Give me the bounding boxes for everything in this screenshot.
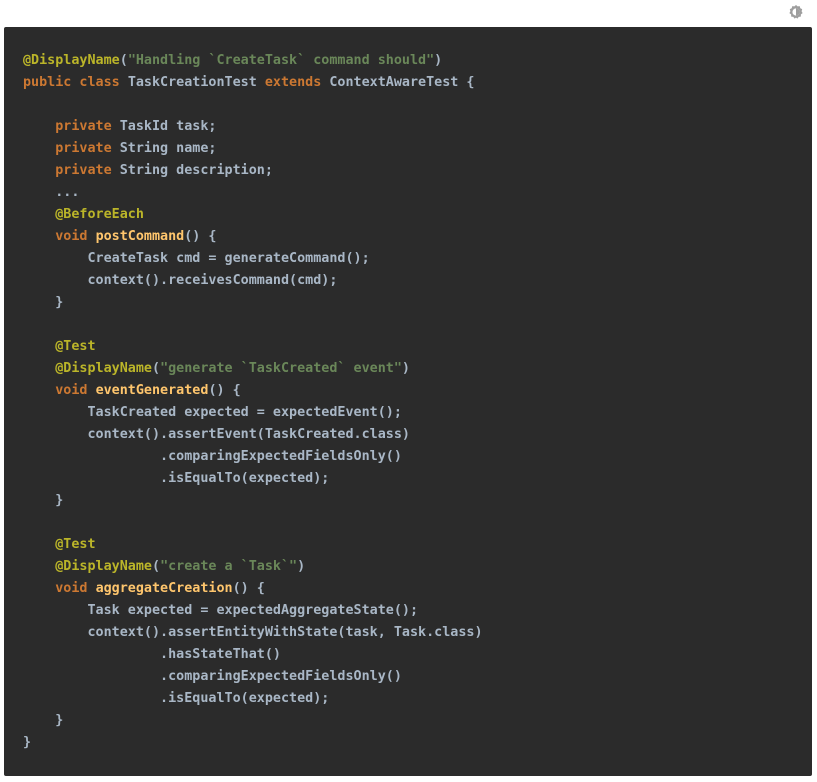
plain-token: .comparingExpectedFieldsOnly() (23, 669, 402, 684)
code-line: context().assertEntityWithState(task, Ta… (23, 625, 483, 640)
code-line: .isEqualTo(expected); (23, 471, 329, 486)
annotation-token: @Test (55, 537, 96, 552)
theme-toggle-button[interactable] (787, 3, 805, 21)
string-token: "generate `TaskCreated` event" (160, 361, 402, 376)
keyword-token: void (55, 581, 96, 596)
plain-token: .hasStateThat() (23, 647, 281, 662)
code-line: CreateTask cmd = generateCommand(); (23, 251, 370, 266)
method-name-token: aggregateCreation (95, 581, 233, 596)
keyword-token: private (55, 163, 120, 178)
code-line: void eventGenerated() { (23, 383, 241, 398)
annotation-token: @DisplayName (55, 559, 152, 574)
plain-token: () { (232, 581, 265, 596)
annotation-token: @DisplayName (55, 361, 152, 376)
plain-token: context().receivesCommand(cmd); (23, 273, 338, 288)
plain-token: ) (297, 559, 306, 574)
code-line: context().receivesCommand(cmd); (23, 273, 337, 288)
code-line: } (23, 735, 31, 750)
code-line: public class TaskCreationTest extends Co… (23, 75, 475, 90)
code-line: void postCommand() { (23, 229, 217, 244)
string-token: "create a `Task`" (160, 559, 298, 574)
code-line: .comparingExpectedFieldsOnly() (23, 669, 402, 684)
code-line: } (23, 493, 63, 508)
plain-token: ) (401, 361, 410, 376)
plain-token: TaskCreated expected = expectedEvent(); (23, 405, 402, 420)
code-line: ... (23, 185, 79, 200)
plain-token: } (23, 735, 32, 750)
theme-toggle-icon (789, 5, 803, 19)
code-text: @DisplayName("Handling `CreateTask` comm… (4, 27, 812, 754)
plain-token: String description; (119, 163, 273, 178)
method-name-token: postCommand (95, 229, 185, 244)
method-name-token: eventGenerated (95, 383, 209, 398)
plain-token: ( (152, 559, 161, 574)
keyword-token: public class (23, 75, 128, 90)
string-token: "Handling `CreateTask` command should" (127, 53, 435, 68)
plain-token: context().assertEvent(TaskCreated.class) (23, 427, 410, 442)
plain-token: String name; (119, 141, 217, 156)
plain-token: ) (434, 53, 443, 68)
plain-token: .comparingExpectedFieldsOnly() (23, 449, 402, 464)
plain-token: Task expected = expectedAggregateState()… (23, 603, 419, 618)
plain-token: () { (208, 383, 241, 398)
plain-token: CreateTask cmd = generateCommand(); (23, 251, 370, 266)
code-line: void aggregateCreation() { (23, 581, 265, 596)
plain-token: .isEqualTo(expected); (23, 691, 330, 706)
code-block: @DisplayName("Handling `CreateTask` comm… (4, 27, 812, 776)
plain-token: ( (152, 361, 161, 376)
plain-token: } (23, 713, 64, 728)
code-line: @DisplayName("generate `TaskCreated` eve… (23, 361, 410, 376)
keyword-token: private (55, 141, 120, 156)
plain-token: .isEqualTo(expected); (23, 471, 330, 486)
code-line: .hasStateThat() (23, 647, 281, 662)
keyword-token: private (55, 119, 120, 134)
plain-token: ContextAwareTest { (329, 75, 475, 90)
keyword-token: void (55, 383, 96, 398)
plain-token: () { (184, 229, 217, 244)
code-line: .comparingExpectedFieldsOnly() (23, 449, 402, 464)
annotation-token: @DisplayName (23, 53, 120, 68)
plain-token: TaskId task; (119, 119, 217, 134)
code-line: @DisplayName("create a `Task`") (23, 559, 305, 574)
code-line: .isEqualTo(expected); (23, 691, 329, 706)
keyword-token: extends (264, 75, 330, 90)
annotation-token: @Test (55, 339, 96, 354)
code-line: @Test (23, 537, 96, 552)
code-line: @DisplayName("Handling `CreateTask` comm… (23, 53, 442, 68)
code-line: private TaskId task; (23, 119, 217, 134)
code-line: } (23, 295, 63, 310)
plain-token: ( (119, 53, 128, 68)
code-line: private String description; (23, 163, 273, 178)
plain-token: } (23, 493, 64, 508)
plain-token: ... (23, 185, 80, 200)
code-line: Task expected = expectedAggregateState()… (23, 603, 418, 618)
code-line: context().assertEvent(TaskCreated.class) (23, 427, 410, 442)
keyword-token: void (55, 229, 96, 244)
code-line: } (23, 713, 63, 728)
annotation-token: @BeforeEach (55, 207, 144, 222)
code-line: private String name; (23, 141, 217, 156)
code-line: @Test (23, 339, 96, 354)
plain-token: TaskCreationTest (127, 75, 265, 90)
code-line: @BeforeEach (23, 207, 144, 222)
code-line: TaskCreated expected = expectedEvent(); (23, 405, 402, 420)
plain-token: } (23, 295, 64, 310)
top-bar (0, 0, 817, 26)
plain-token: context().assertEntityWithState(task, Ta… (23, 625, 483, 640)
